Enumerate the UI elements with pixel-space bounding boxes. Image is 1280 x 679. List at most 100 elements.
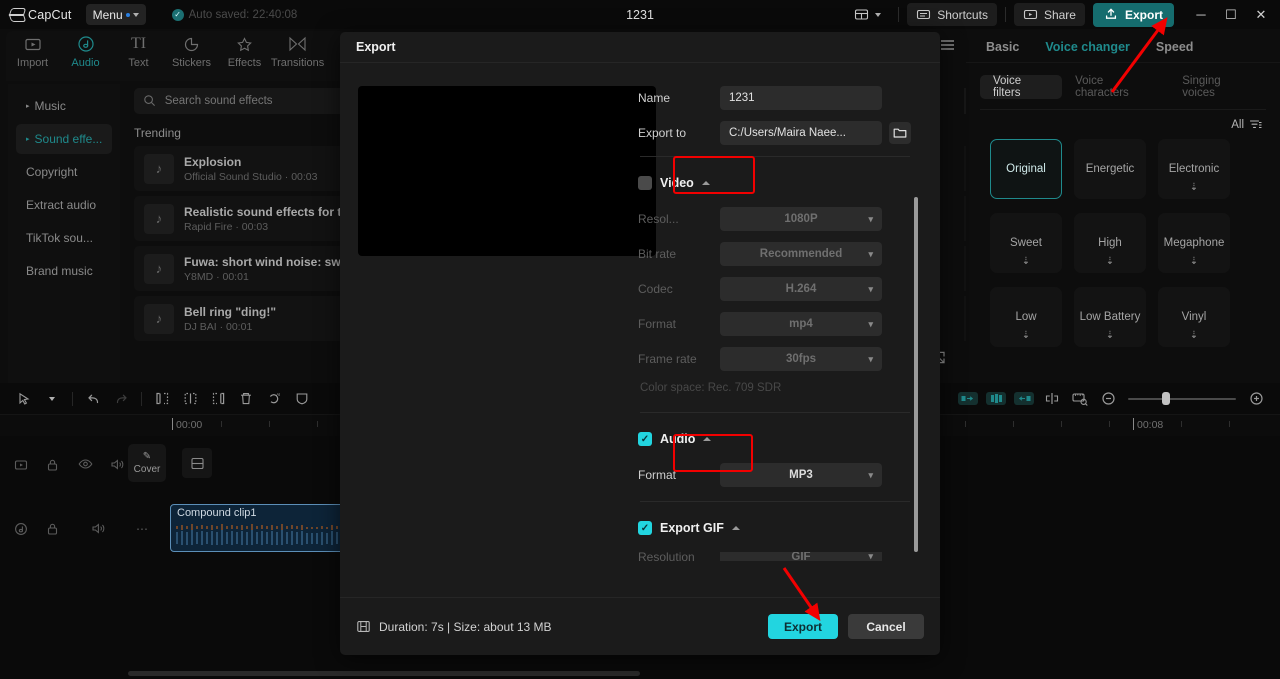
export-dialog-title: Export xyxy=(356,40,396,54)
bitrate-select[interactable]: Recommended ▾ xyxy=(720,242,882,266)
category-sound-effects[interactable]: ▸ Sound effe... xyxy=(16,124,112,154)
mirror-right-icon[interactable] xyxy=(1010,387,1038,411)
mirror-both-icon[interactable] xyxy=(982,387,1010,411)
more-icon[interactable]: ⋯ xyxy=(136,522,151,537)
measure-icon[interactable] xyxy=(1066,387,1094,411)
tab-voice-changer[interactable]: Voice changer xyxy=(1045,40,1130,54)
delete-icon[interactable] xyxy=(232,387,260,411)
category-extract-audio[interactable]: Extract audio xyxy=(16,190,112,220)
lock-icon[interactable] xyxy=(46,458,61,473)
chevron-down-icon[interactable] xyxy=(38,387,66,411)
audio-section-header[interactable]: ✓ Audio xyxy=(638,427,940,451)
menu-update-dot xyxy=(125,12,130,17)
video-checkbox[interactable] xyxy=(638,176,652,190)
audio-format-select[interactable]: MP3 ▾ xyxy=(720,463,882,487)
split-icon[interactable] xyxy=(176,387,204,411)
zoom-slider-handle[interactable] xyxy=(1162,392,1170,405)
shield-icon[interactable] xyxy=(288,387,316,411)
category-brand-music[interactable]: Brand music xyxy=(16,256,112,286)
framerate-select[interactable]: 30fps ▾ xyxy=(720,347,882,371)
export-name-value: 1231 xyxy=(729,92,755,104)
shortcuts-button[interactable]: Shortcuts xyxy=(907,3,997,26)
export-name-input[interactable]: 1231 xyxy=(720,86,882,110)
tab-speed[interactable]: Speed xyxy=(1156,40,1194,54)
video-clip-thumb[interactable] xyxy=(182,448,212,478)
folder-icon[interactable] xyxy=(889,122,911,144)
menu-button[interactable]: Menu xyxy=(85,4,146,25)
list-menu-icon[interactable] xyxy=(941,40,954,50)
category-tiktok-sounds[interactable]: TikTok sou... xyxy=(16,223,112,253)
zoom-in-icon[interactable] xyxy=(1242,387,1270,411)
share-button[interactable]: Share xyxy=(1013,3,1085,26)
segment-voice-characters[interactable]: Voice characters xyxy=(1062,75,1169,99)
category-copyright[interactable]: Copyright xyxy=(16,157,112,187)
mute-icon[interactable] xyxy=(110,458,125,473)
resolution-select[interactable]: 1080P ▾ xyxy=(720,207,882,231)
voice-cell-low-battery[interactable]: Low Battery ⇣ xyxy=(1074,287,1146,347)
gif-checkbox[interactable]: ✓ xyxy=(638,521,652,535)
ruler-tick xyxy=(1109,421,1110,427)
zoom-out-icon[interactable] xyxy=(1094,387,1122,411)
export-settings-scrollbar[interactable] xyxy=(914,197,918,552)
voice-cell-vinyl[interactable]: Vinyl ⇣ xyxy=(1158,287,1230,347)
segment-voice-filters[interactable]: Voice filters xyxy=(980,75,1063,99)
gif-resolution-select[interactable]: GIF ▾ xyxy=(720,552,882,561)
nav-tab-stickers[interactable]: Stickers xyxy=(165,34,218,69)
chevron-up-icon[interactable] xyxy=(731,526,740,530)
export-button[interactable]: Export xyxy=(1092,2,1174,27)
export-path-input[interactable]: C:/Users/Maira Naee... xyxy=(720,121,882,145)
voice-cell-high[interactable]: High ⇣ xyxy=(1074,213,1146,273)
mute-icon[interactable] xyxy=(91,522,106,537)
video-section-header[interactable]: Video xyxy=(638,171,940,195)
layout-switcher-button[interactable] xyxy=(845,3,890,26)
export-preview-column xyxy=(340,64,656,597)
nav-tab-effects[interactable]: Effects xyxy=(218,34,271,69)
voice-cell-low[interactable]: Low ⇣ xyxy=(990,287,1062,347)
tab-basic[interactable]: Basic xyxy=(986,40,1019,54)
mirror-left-icon[interactable] xyxy=(954,387,982,411)
video-format-select[interactable]: mp4 ▾ xyxy=(720,312,882,336)
filter-all-button[interactable]: All xyxy=(1231,118,1262,131)
voice-cell-energetic[interactable]: Energetic xyxy=(1074,139,1146,199)
nav-tab-audio[interactable]: Audio xyxy=(59,34,112,69)
mask-ai-icon[interactable]: AI xyxy=(260,387,288,411)
eye-icon[interactable] xyxy=(78,458,93,473)
dialog-export-button[interactable]: Export xyxy=(768,614,838,639)
gif-section-header[interactable]: ✓ Export GIF xyxy=(638,516,940,540)
minimize-icon[interactable]: ─ xyxy=(1186,1,1216,29)
category-music[interactable]: ▸ Music xyxy=(16,91,112,121)
nav-tab-text[interactable]: TI Text xyxy=(112,34,165,69)
video-track-icon[interactable] xyxy=(14,458,29,473)
nav-tab-transitions[interactable]: Transitions xyxy=(271,34,324,69)
voice-cell-sweet[interactable]: Sweet ⇣ xyxy=(990,213,1062,273)
close-icon[interactable]: ✕ xyxy=(1246,1,1276,29)
codec-select[interactable]: H.264 ▾ xyxy=(720,277,882,301)
sound-title: Fuwa: short wind noise: swip xyxy=(184,254,352,269)
voice-cell-original[interactable]: Original xyxy=(990,139,1062,199)
playhead[interactable] xyxy=(172,418,173,430)
split-right-icon[interactable] xyxy=(204,387,232,411)
nav-tab-import[interactable]: Import xyxy=(6,34,59,69)
undo-icon[interactable] xyxy=(79,387,107,411)
chevron-up-icon[interactable] xyxy=(703,437,712,441)
cut-marker-icon[interactable] xyxy=(1038,387,1066,411)
maximize-icon[interactable]: ☐ xyxy=(1216,1,1246,29)
redo-icon[interactable] xyxy=(107,387,135,411)
divider xyxy=(640,501,910,502)
select-cursor-icon[interactable] xyxy=(10,387,38,411)
audio-format-label: Format xyxy=(638,468,677,482)
timeline-horizontal-scrollbar[interactable] xyxy=(0,671,1280,676)
audio-checkbox[interactable]: ✓ xyxy=(638,432,652,446)
zoom-slider[interactable] xyxy=(1128,391,1236,407)
audio-track-icon[interactable] xyxy=(14,522,29,537)
cover-button[interactable]: ✎ Cover xyxy=(128,444,166,482)
framerate-label: Frame rate xyxy=(638,352,697,366)
segment-singing-voices[interactable]: Singing voices xyxy=(1169,75,1266,99)
export-dialog-body: Name 1231 Export to C:/Users/Maira Naee.… xyxy=(340,64,940,597)
voice-cell-megaphone[interactable]: Megaphone ⇣ xyxy=(1158,213,1230,273)
chevron-up-icon[interactable] xyxy=(701,181,710,185)
dialog-cancel-button[interactable]: Cancel xyxy=(848,614,924,639)
split-left-icon[interactable] xyxy=(148,387,176,411)
voice-cell-electronic[interactable]: Electronic ⇣ xyxy=(1158,139,1230,199)
lock-icon[interactable] xyxy=(46,522,61,537)
